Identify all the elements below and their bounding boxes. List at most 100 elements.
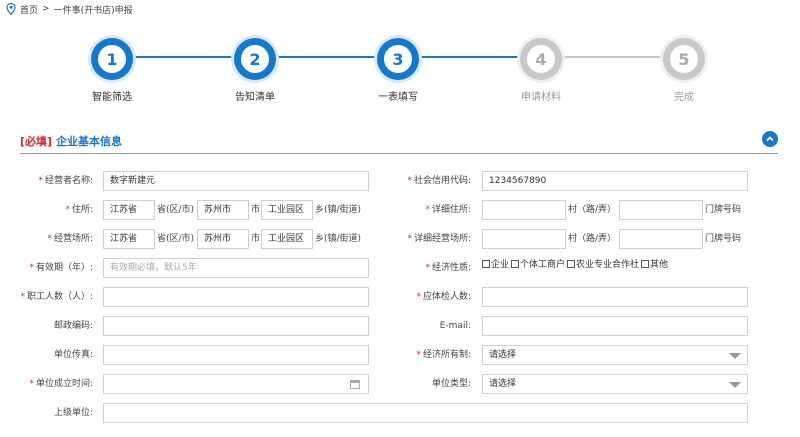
checkbox-other[interactable] xyxy=(641,260,650,268)
city-unit-text: 市 xyxy=(251,205,261,215)
detail-business-village-input[interactable] xyxy=(482,229,566,249)
dropdown-arrow-icon xyxy=(729,382,741,388)
detail-business-place-label: * 详细经营场所: xyxy=(407,229,471,249)
employees-label: * 职工人数（人）: xyxy=(20,287,93,307)
calendar-icon[interactable] xyxy=(350,380,360,389)
step-2[interactable]: 2 告知清单 xyxy=(200,38,310,103)
address-label-text: 住所: xyxy=(71,205,93,215)
validity-label-text: 有效期（年）: xyxy=(35,263,93,273)
postcode-input[interactable] xyxy=(103,316,369,336)
economic-nature-checkboxes: 企业 个体工商户 农业专业合作社 其他 xyxy=(482,258,668,272)
form-row-postcode: 邮政编码: E-mail: xyxy=(0,316,800,336)
step-number: 2 xyxy=(239,43,271,75)
detail-address-door-input[interactable] xyxy=(619,200,703,220)
address-city-input[interactable]: 苏州市 xyxy=(197,200,249,220)
credit-code-label-text: 社会信用代码: xyxy=(413,176,471,186)
operator-name-input[interactable]: 数字新建元 xyxy=(103,171,369,191)
ownership-label-text: 经济所有制: xyxy=(422,350,471,360)
required-star: * xyxy=(29,379,34,389)
option-cooperative-label: 农业专业合作社 xyxy=(576,260,640,270)
fax-input[interactable] xyxy=(103,345,369,365)
parent-input[interactable] xyxy=(103,403,748,423)
form-row-parent: 上级单位: xyxy=(0,403,800,423)
step-circle: 4 xyxy=(520,38,562,80)
form-row-founded: * 单位成立时间: 单位类型: 请选择 xyxy=(0,374,800,394)
step-label: 完成 xyxy=(674,92,694,103)
business-place-province-input[interactable]: 江苏省 xyxy=(103,229,155,249)
breadcrumb-separator: > xyxy=(42,4,50,14)
detail-address-label: * 详细住所: xyxy=(425,200,471,220)
required-star: * xyxy=(425,263,430,273)
step-label: 一表填写 xyxy=(378,92,418,103)
founded-label-text: 单位成立时间: xyxy=(35,379,93,389)
checkbox-individual[interactable] xyxy=(511,260,520,268)
location-pin-icon xyxy=(6,3,16,15)
section-title: 企业基本信息 xyxy=(56,134,123,148)
step-label: 申请材料 xyxy=(521,92,561,103)
business-place-city-input[interactable]: 苏州市 xyxy=(197,229,249,249)
unit-type-select[interactable]: 请选择 xyxy=(482,374,748,394)
email-input[interactable] xyxy=(482,316,748,336)
detail-address-village-input[interactable] xyxy=(482,200,566,220)
ownership-label: * 经济所有制: xyxy=(416,345,471,365)
step-circle: 3 xyxy=(377,38,419,80)
required-star: * xyxy=(407,234,412,244)
progress-stepper: 1 智能筛选 2 告知清单 3 一表填写 4 申请材料 5 完成 xyxy=(0,30,800,110)
credit-code-label: * 社会信用代码: xyxy=(407,171,471,191)
step-number: 3 xyxy=(382,43,414,75)
validity-input[interactable]: 有效期必填，默认5年 xyxy=(103,258,369,278)
village-unit-text: 村（路/弄） xyxy=(568,234,617,244)
city-unit-text: 市 xyxy=(251,234,261,244)
employees-label-text: 职工人数（人）: xyxy=(26,292,93,302)
employees-input[interactable] xyxy=(103,287,369,307)
breadcrumb: 首页 > 一件事(开书店)申报 xyxy=(6,2,133,16)
breadcrumb-home-link[interactable]: 首页 xyxy=(20,3,38,16)
economic-nature-label-text: 经济性质: xyxy=(431,263,471,273)
fax-label: 单位传真: xyxy=(53,350,93,360)
required-tag: [必填] xyxy=(20,134,53,148)
village-unit-text: 村（路/弄） xyxy=(568,205,617,215)
checkbox-enterprise[interactable] xyxy=(482,260,490,268)
founded-label: * 单位成立时间: xyxy=(29,374,93,394)
step-label: 智能筛选 xyxy=(92,92,132,103)
form-row-name: * 经营者名称: 数字新建元 * 社会信用代码: 1234567890 xyxy=(0,171,800,191)
ownership-select-value: 请选择 xyxy=(489,350,517,360)
province-unit-text: 省(区/市) xyxy=(157,205,195,215)
business-place-label-text: 经营场所: xyxy=(53,234,93,244)
step-3[interactable]: 3 一表填写 xyxy=(343,38,453,103)
email-label: E-mail: xyxy=(439,321,471,331)
option-enterprise-label: 企业 xyxy=(491,260,510,270)
parent-label: 上级单位: xyxy=(53,408,93,418)
form-row-address: * 住所: 江苏省 省(区/市) 苏州市 市 工业园区 乡(镇/街道) * 详细住所… xyxy=(0,200,800,220)
step-5[interactable]: 5 完成 xyxy=(629,38,739,103)
ownership-select[interactable]: 请选择 xyxy=(482,345,748,365)
detail-business-door-input[interactable] xyxy=(619,229,703,249)
form-row-employees: * 职工人数（人）: * 应体检人数: xyxy=(0,287,800,307)
form-row-fax: 单位传真: * 经济所有制: 请选择 xyxy=(0,345,800,365)
step-circle: 5 xyxy=(663,38,705,80)
address-district-input[interactable]: 工业园区 xyxy=(261,200,313,220)
required-star: * xyxy=(20,292,25,302)
required-star: * xyxy=(416,292,421,302)
founded-date-input[interactable] xyxy=(103,374,369,394)
chevron-up-icon xyxy=(766,136,774,142)
required-star: * xyxy=(65,205,70,215)
step-4[interactable]: 4 申请材料 xyxy=(486,38,596,103)
credit-code-input[interactable]: 1234567890 xyxy=(482,171,748,191)
operator-name-label: * 经营者名称: xyxy=(38,171,93,191)
step-number: 4 xyxy=(525,43,557,75)
insured-count-label: * 应体检人数: xyxy=(416,287,471,307)
step-number: 1 xyxy=(96,43,128,75)
checkbox-cooperative[interactable] xyxy=(567,260,576,268)
address-province-input[interactable]: 江苏省 xyxy=(103,200,155,220)
form-row-business-place: * 经营场所: 江苏省 省(区/市) 苏州市 市 工业园区 乡(镇/街道) * 详细… xyxy=(0,229,800,249)
required-star: * xyxy=(38,176,43,186)
collapse-button[interactable] xyxy=(762,131,778,147)
unit-type-select-value: 请选择 xyxy=(489,379,517,389)
required-star: * xyxy=(47,234,52,244)
step-1[interactable]: 1 智能筛选 xyxy=(57,38,167,103)
address-label: * 住所: xyxy=(65,200,93,220)
business-place-district-input[interactable]: 工业园区 xyxy=(261,229,313,249)
step-label: 告知清单 xyxy=(235,92,275,103)
insured-count-input[interactable] xyxy=(482,287,748,307)
